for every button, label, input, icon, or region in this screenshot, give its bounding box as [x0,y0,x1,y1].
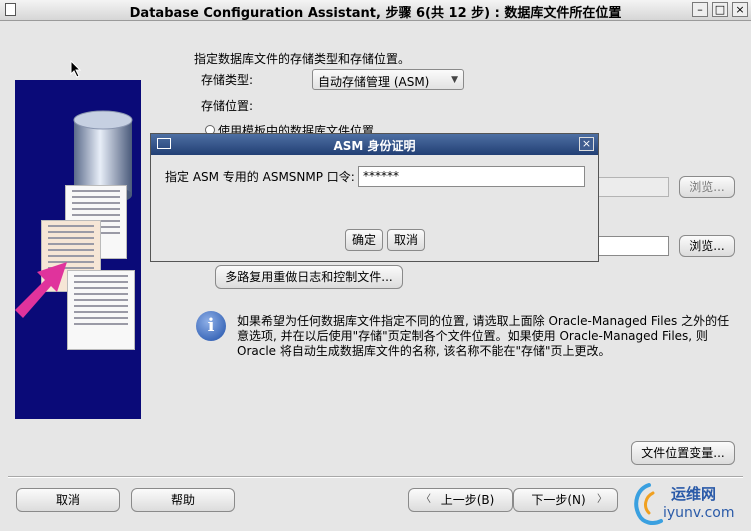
chevron-down-icon: ▼ [451,75,458,85]
asmsnmp-password-input[interactable]: ****** [358,166,585,187]
info-icon: i [196,311,226,341]
file-location-variables-label: 文件位置变量... [641,446,725,460]
cancel-label: 取消 [55,493,80,507]
next-label: 下一步(N) [531,493,586,507]
dialog-close-icon[interactable]: × [579,137,594,151]
browse-button-2[interactable]: 浏览... [679,235,735,257]
chevron-left-icon: 〈 [421,494,431,505]
dialog-title: ASM 身份证明 [333,139,416,153]
asm-credentials-dialog: ASM 身份证明 × 指定 ASM 专用的 ASMSNMP 口令: ******… [150,133,599,262]
help-label: 帮助 [170,493,195,507]
dialog-prompt: 指定 ASM 专用的 ASMSNMP 口令: [165,170,355,184]
browse-button-1[interactable]: 浏览... [679,176,735,198]
help-button[interactable]: 帮助 [131,488,235,512]
window-titlebar: Database Configuration Assistant, 步骤 6(共… [0,0,751,21]
chevron-right-icon: 〉 [597,494,607,505]
watermark-cn: 运维网 [671,485,717,503]
watermark-logo: 运维网 iyunv.com [629,479,747,529]
cancel-button[interactable]: 取消 [16,488,120,512]
next-button[interactable]: 下一步(N) 〉 [513,488,618,512]
dialog-ok-button[interactable]: 确定 [345,229,383,251]
file-location-variables-button[interactable]: 文件位置变量... [631,441,735,465]
info-text-line-3: Oracle 将自动生成数据库文件的名称, 该名称不能在"存储"页上更改。 [237,344,611,358]
close-icon[interactable]: × [732,2,748,17]
multiplex-button[interactable]: 多路复用重做日志和控制文件... [215,265,403,289]
arrow-icon [15,262,67,318]
browse-label: 浏览... [689,180,725,194]
location-input-1[interactable] [596,177,669,197]
browse-label: 浏览... [689,239,725,253]
watermark-url: iyunv.com [663,505,735,521]
instruction-text: 指定数据库文件的存储类型和存储位置。 [194,52,411,66]
ok-label: 确定 [351,233,376,247]
password-value: ****** [363,169,399,183]
storage-type-value: 自动存储管理 (ASM) [318,75,430,89]
back-label: 上一步(B) [440,493,495,507]
footer-divider [8,476,743,478]
storage-type-select[interactable]: 自动存储管理 (ASM) ▼ [312,69,464,90]
wizard-illustration [15,80,141,419]
storage-type-label: 存储类型: [201,73,254,87]
location-input-2[interactable] [596,236,669,256]
dialog-cancel-button[interactable]: 取消 [387,229,425,251]
back-button[interactable]: 〈 上一步(B) [408,488,513,512]
window-title: Database Configuration Assistant, 步骤 6(共… [129,6,622,21]
mouse-cursor-icon [70,60,82,78]
multiplex-label: 多路复用重做日志和控制文件... [225,270,393,284]
maximize-icon[interactable]: □ [712,2,728,17]
minimize-icon[interactable]: – [692,2,708,17]
storage-location-label: 存储位置: [201,99,254,113]
dialog-cancel-label: 取消 [393,233,418,247]
dialog-titlebar: ASM 身份证明 × [151,134,598,155]
document-icon [67,270,135,350]
